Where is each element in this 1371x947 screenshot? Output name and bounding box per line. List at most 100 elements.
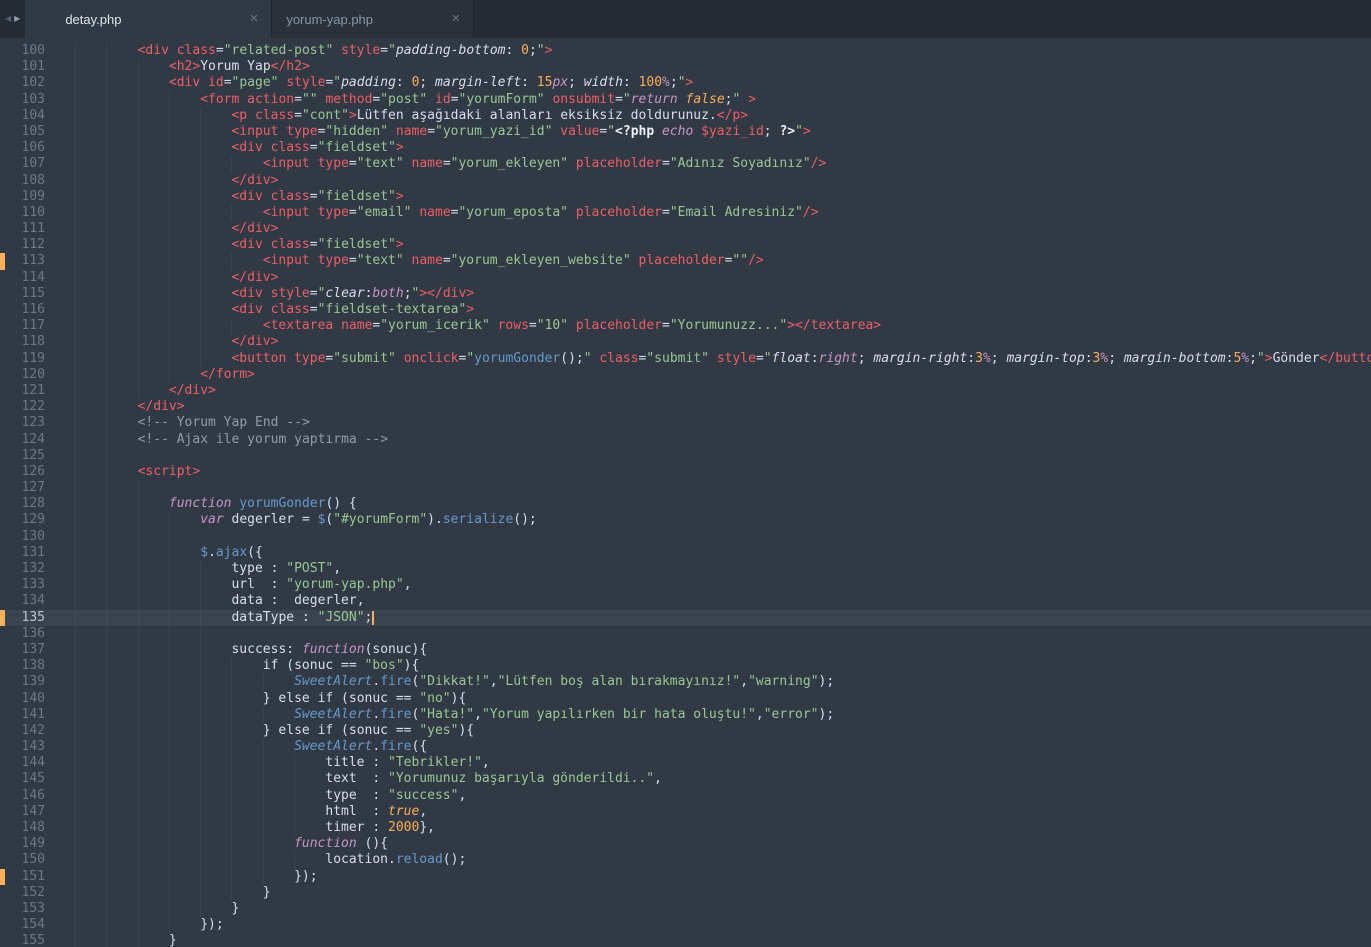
code-line[interactable]: 134 data : degerler,	[0, 593, 1371, 610]
indent-guide	[75, 59, 106, 76]
line-number: 135	[21, 609, 45, 625]
indent-guide	[75, 917, 106, 934]
code-line[interactable]: 135 dataType : "JSON";	[0, 609, 1371, 626]
code-line[interactable]: 143 SweetAlert.fire({	[0, 739, 1371, 756]
code-line[interactable]: 141 SweetAlert.fire("Hata!","Yorum yapılı…	[0, 706, 1371, 723]
code-line[interactable]: 104 <p class="cont">Lütfen aşağıdaki alan…	[0, 107, 1371, 124]
code-text: <!-- Ajax ile yorum yaptırma -->	[75, 431, 1371, 448]
close-icon[interactable]: ×	[452, 11, 461, 26]
code-line[interactable]: 148 timer : 2000},	[0, 820, 1371, 837]
code-line[interactable]: 136	[0, 625, 1371, 642]
code-line[interactable]: 125	[0, 447, 1371, 464]
code-line[interactable]: 105 <input type="hidden" name="yorum_yazi…	[0, 123, 1371, 141]
code-line[interactable]: 121 </div>	[0, 382, 1371, 400]
code-line[interactable]: 138 if (sonuc == "bos"){	[0, 658, 1371, 675]
indent-guide	[137, 253, 169, 270]
code-line[interactable]: 124 <!-- Ajax ile yorum yaptırma -->	[0, 431, 1371, 448]
indent-guide	[200, 285, 231, 302]
code-area[interactable]: 100 <div class="related-post" style="padd…	[0, 38, 1371, 947]
line-number: 124	[21, 431, 45, 447]
code-line[interactable]: 114 </div>	[0, 269, 1371, 286]
code-line[interactable]: 126 <script>	[0, 463, 1371, 481]
close-icon[interactable]: ×	[250, 11, 259, 26]
code-text: html : true,	[75, 803, 1371, 820]
code-line[interactable]: 109 <div class="fieldset">	[0, 188, 1371, 205]
code-line[interactable]: 108 </div>	[0, 172, 1371, 189]
code-text: SweetAlert.fire("Hata!","Yorum yapılırke…	[75, 706, 1371, 723]
code-line[interactable]: 144 title : "Tebrikler!",	[0, 755, 1371, 772]
indent-guide	[262, 836, 294, 853]
indent-guide	[75, 852, 106, 869]
code-line[interactable]: 118 </div>	[0, 334, 1371, 351]
code-line[interactable]: 102 <div id="page" style="padding: 0; mar…	[0, 75, 1371, 92]
tab-title: yorum-yap.php	[286, 11, 374, 27]
code-line[interactable]: 106 <div class="fieldset">	[0, 140, 1371, 157]
code-line[interactable]: 140} else if (sonuc == "no"){	[0, 690, 1371, 707]
code-line[interactable]: 111 </div>	[0, 221, 1371, 238]
code-line[interactable]: 122 </div>	[0, 399, 1371, 416]
indent-guide	[75, 334, 106, 351]
indent-guide	[200, 820, 231, 837]
code-line[interactable]: 113 <input type="text" name="yorum_ekleye…	[0, 253, 1371, 270]
indent-guide	[231, 156, 262, 173]
code-line[interactable]: 137 success: function(sonuc){	[0, 641, 1371, 659]
code-line[interactable]: 110 <input type="email" name="yorum_epost…	[0, 204, 1371, 222]
code-line[interactable]: 119 <button type="submit" onclick="yorumG…	[0, 350, 1371, 367]
code-line[interactable]: 146 type : "success",	[0, 787, 1371, 804]
tab-yorum-yap-php[interactable]: yorum-yap.php ×	[272, 0, 475, 38]
code-line[interactable]: 149 function (){	[0, 836, 1371, 853]
indent-guide	[75, 463, 106, 481]
indent-guide	[75, 674, 106, 691]
indent-guide	[106, 43, 137, 60]
code-line[interactable]: 103 <form action="" method="post" id="yor…	[0, 91, 1371, 108]
code-line[interactable]: 150 location.reload();	[0, 852, 1371, 869]
indent-guide	[262, 706, 294, 723]
code-text: <p class="cont">Lütfen aşağıdaki alanlar…	[75, 107, 1371, 124]
code-line[interactable]: 128 function yorumGonder() {	[0, 496, 1371, 513]
indent-guide	[137, 140, 169, 157]
tab-scroll-right-icon[interactable]: ▶	[14, 15, 20, 23]
indent-guide	[231, 771, 262, 788]
tab-detay-php[interactable]: detay.php ×	[25, 0, 273, 38]
code-line[interactable]: 101 <h2>Yorum Yap</h2>	[0, 59, 1371, 76]
code-line[interactable]: 117 <textarea name="yorum_icerik" rows="1…	[0, 318, 1371, 335]
code-line[interactable]: 115 <div style="clear:both;"></div>	[0, 285, 1371, 302]
code-line[interactable]: 100 <div class="related-post" style="padd…	[0, 43, 1371, 60]
indent-guide	[137, 561, 169, 578]
line-number: 122	[21, 399, 45, 415]
code-line[interactable]: 147 html : true,	[0, 803, 1371, 820]
code-line[interactable]: 133 url : "yorum-yap.php",	[0, 577, 1371, 594]
indent-guide	[106, 123, 137, 141]
code-line[interactable]: 116 <div class="fieldset-textarea">	[0, 302, 1371, 319]
code-line[interactable]: 112 <div class="fieldset">	[0, 237, 1371, 254]
line-number: 101	[21, 59, 45, 75]
code-line[interactable]: 153}	[0, 900, 1371, 918]
indent-guide	[75, 188, 106, 205]
line-number: 105	[21, 123, 45, 139]
code-line[interactable]: 127	[0, 480, 1371, 497]
indent-guide	[200, 577, 231, 594]
code-line[interactable]: 123 <!-- Yorum Yap End -->	[0, 415, 1371, 432]
tab-scroll-left-icon[interactable]: ◀	[5, 15, 11, 23]
indent-guide	[200, 593, 231, 610]
code-line[interactable]: 154});	[0, 917, 1371, 934]
code-line[interactable]: 130	[0, 528, 1371, 545]
code-line[interactable]: 132 type : "POST",	[0, 561, 1371, 578]
code-line[interactable]: 131 $.ajax({	[0, 544, 1371, 561]
indent-guide	[75, 755, 106, 772]
code-line[interactable]: 139 SweetAlert.fire("Dikkat!","Lütfen boş…	[0, 674, 1371, 691]
code-line[interactable]: 152}	[0, 884, 1371, 901]
code-line[interactable]: 155}	[0, 933, 1371, 947]
code-line[interactable]: 142} else if (sonuc == "yes"){	[0, 722, 1371, 740]
code-line[interactable]: 107 <input type="text" name="yorum_ekleye…	[0, 156, 1371, 173]
code-line[interactable]: 151});	[0, 868, 1371, 885]
indent-guide	[200, 221, 231, 238]
code-line[interactable]: 120 </form>	[0, 366, 1371, 383]
code-line[interactable]: 145 text : "Yorumunuz başarıyla gönderild…	[0, 771, 1371, 788]
indent-guide	[168, 836, 200, 853]
indent-guide	[75, 820, 106, 837]
code-text: success: function(sonuc){	[75, 641, 1371, 659]
indent-guide	[106, 399, 137, 416]
indent-guide	[75, 496, 106, 513]
code-line[interactable]: 129 var degerler = $("#yorumForm").serial…	[0, 512, 1371, 529]
